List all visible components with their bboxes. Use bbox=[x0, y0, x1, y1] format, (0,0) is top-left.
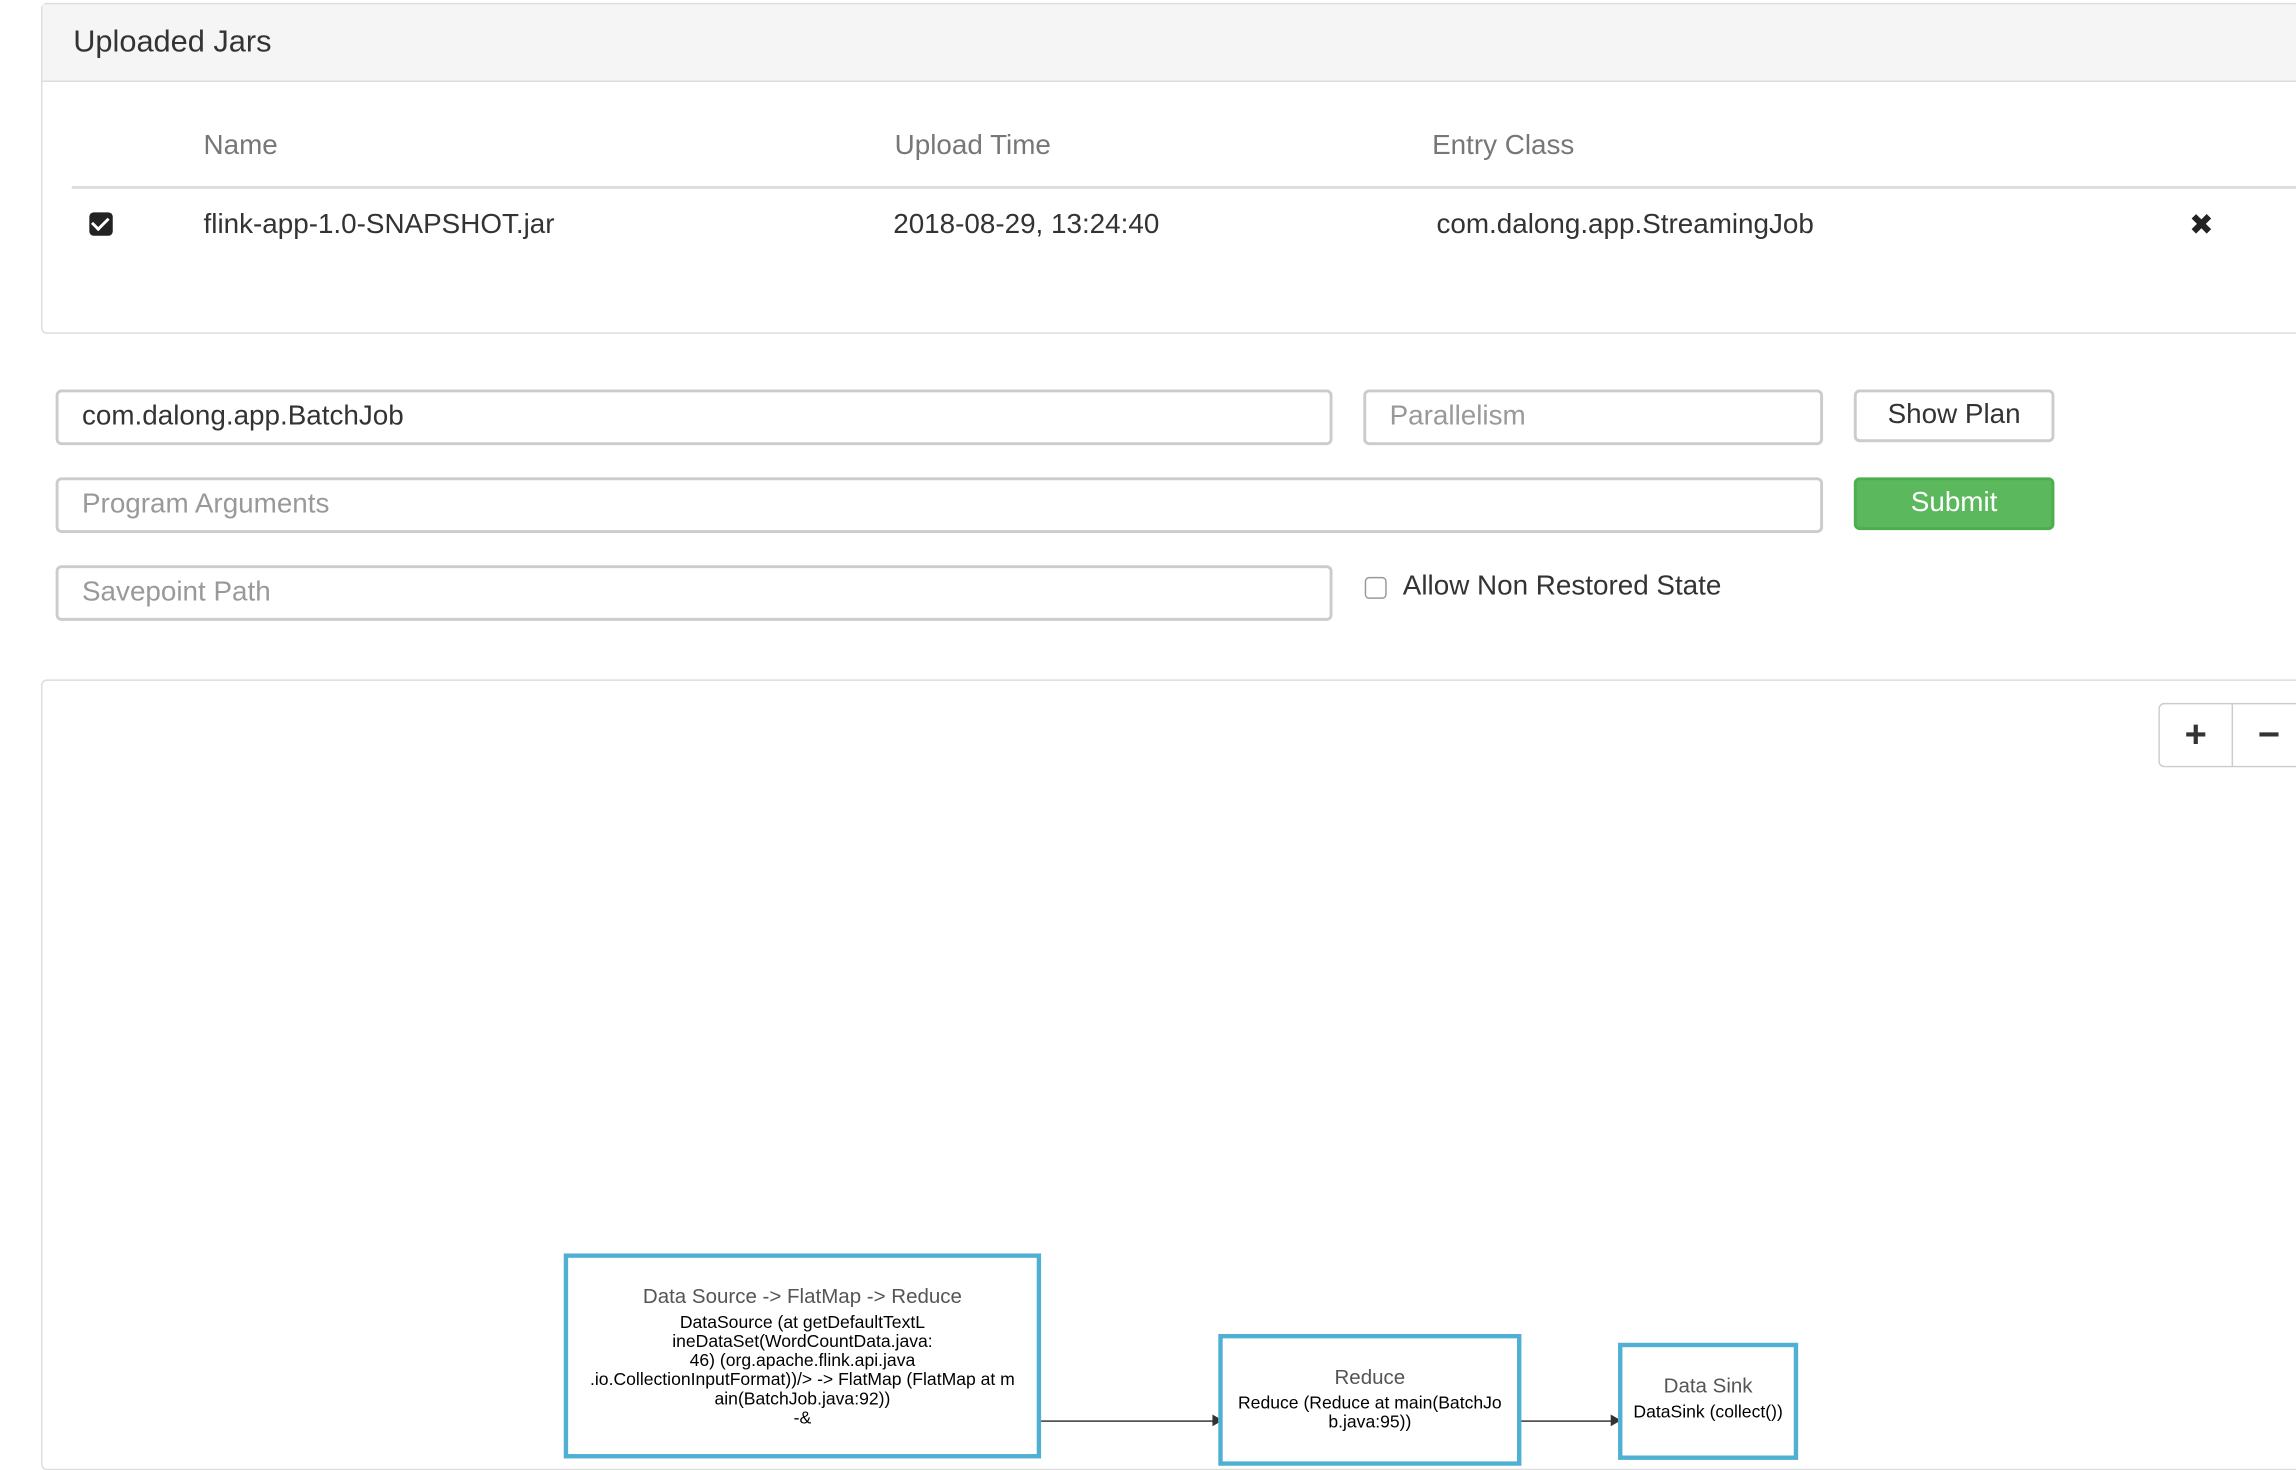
node-description-line: ain(BatchJob.java:92)) bbox=[714, 1388, 891, 1409]
plan-edge bbox=[1041, 1420, 1214, 1422]
node-description: DataSource (at getDefaultTextL ineDataSe… bbox=[568, 1313, 1037, 1427]
allow-non-restored-label[interactable]: Allow Non Restored State bbox=[1403, 571, 1722, 603]
plan-node-sink[interactable]: Data Sink DataSink (collect()) bbox=[1618, 1342, 1799, 1460]
column-header-upload-time: Upload Time bbox=[894, 130, 1051, 162]
column-header-entry-class: Entry Class bbox=[1432, 130, 1575, 162]
close-icon[interactable]: ✖ bbox=[2189, 206, 2214, 243]
entry-class-input[interactable] bbox=[55, 389, 1333, 446]
parallelism-input[interactable] bbox=[1363, 389, 1824, 446]
zoom-out-button[interactable]: − bbox=[2233, 704, 2296, 766]
jar-entry-class: com.dalong.app.StreamingJob bbox=[1436, 209, 1814, 241]
node-description: Reduce (Reduce at main(BatchJo b.java:95… bbox=[1223, 1392, 1517, 1433]
node-title: Data Sink bbox=[1663, 1373, 1753, 1397]
node-description-line: DataSink (collect()) bbox=[1633, 1401, 1783, 1422]
allow-non-restored-checkbox[interactable] bbox=[1364, 576, 1387, 599]
node-title: Data Source -> FlatMap -> Reduce bbox=[642, 1284, 962, 1308]
jar-upload-time: 2018-08-29, 13:24:40 bbox=[893, 209, 1160, 241]
node-description-line: -& bbox=[793, 1407, 812, 1428]
program-arguments-input[interactable] bbox=[55, 477, 1824, 534]
node-description-line: b.java:95)) bbox=[1328, 1411, 1412, 1433]
jar-select-checkbox[interactable] bbox=[89, 212, 113, 236]
plan-canvas[interactable] bbox=[41, 679, 2296, 1470]
node-description-line: 46) (org.apache.flink.api.java bbox=[689, 1350, 916, 1371]
node-description-line: .io.CollectionInputFormat))/> -> FlatMap… bbox=[590, 1369, 1015, 1390]
node-description-line: Reduce (Reduce at main(BatchJo bbox=[1237, 1392, 1502, 1414]
zoom-in-button[interactable]: + bbox=[2160, 704, 2232, 766]
panel-title: Uploaded Jars bbox=[42, 4, 2296, 83]
node-description-line: ineDataSet(WordCountData.java: bbox=[672, 1331, 933, 1352]
table-header-divider bbox=[71, 185, 2296, 189]
node-description-line: DataSource (at getDefaultTextL bbox=[679, 1312, 926, 1333]
submit-button[interactable]: Submit bbox=[1853, 477, 2055, 531]
savepoint-path-input[interactable] bbox=[55, 565, 1333, 621]
node-description: DataSink (collect()) bbox=[1622, 1401, 1793, 1422]
plan-edge bbox=[1521, 1420, 1613, 1422]
node-title: Reduce bbox=[1334, 1364, 1406, 1389]
uploaded-jars-panel: Uploaded Jars Name Upload Time Entry Cla… bbox=[41, 2, 2296, 334]
plan-node-reduce[interactable]: Reduce Reduce (Reduce at main(BatchJo b.… bbox=[1218, 1333, 1522, 1466]
show-plan-button[interactable]: Show Plan bbox=[1853, 389, 2055, 443]
zoom-controls: + − bbox=[2158, 702, 2296, 768]
plan-node-source[interactable]: Data Source -> FlatMap -> Reduce DataSou… bbox=[563, 1253, 1042, 1459]
column-header-name: Name bbox=[203, 130, 278, 162]
jar-name[interactable]: flink-app-1.0-SNAPSHOT.jar bbox=[204, 209, 555, 241]
